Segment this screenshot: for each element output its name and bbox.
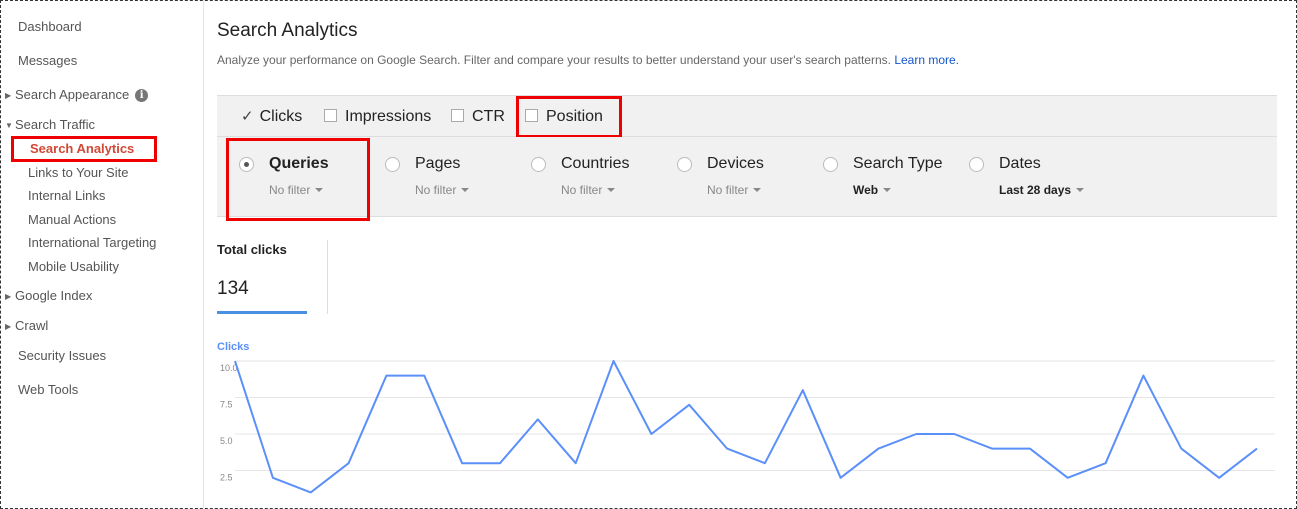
sidebar-item-dashboard[interactable]: Dashboard — [18, 19, 82, 34]
sidebar-item-search-traffic[interactable]: ▼ Search Traffic — [5, 117, 95, 132]
sidebar-item-security-issues[interactable]: Security Issues — [18, 348, 106, 363]
dimension-label: Devices — [707, 155, 764, 172]
dimension-label: Pages — [415, 155, 461, 172]
metric-label: CTR — [472, 108, 505, 125]
metric-label: Clicks — [259, 108, 303, 125]
checkmark-icon: ✓ — [241, 108, 254, 125]
chart-y-tick-label: 7.5 — [220, 400, 233, 410]
metric-clicks[interactable]: ✓ Clicks — [241, 96, 302, 136]
caret-right-icon: ▶ — [5, 292, 12, 301]
totals-divider — [327, 240, 328, 314]
sidebar-item-crawl[interactable]: ▶ Crawl — [5, 318, 48, 333]
radio-button[interactable] — [969, 157, 984, 172]
highlight-box-queries — [226, 138, 370, 221]
sidebar-item-manual-actions[interactable]: Manual Actions — [28, 212, 116, 227]
radio-button[interactable] — [823, 157, 838, 172]
sidebar-item-internal-links[interactable]: Internal Links — [28, 188, 105, 203]
dimension-filter[interactable]: No filter — [415, 183, 470, 197]
dimension-filter[interactable]: Last 28 days — [999, 183, 1085, 197]
metric-impressions[interactable]: Impressions — [324, 96, 431, 136]
chevron-down-icon — [883, 188, 892, 192]
total-clicks-label: Total clicks — [217, 242, 287, 257]
sidebar-item-messages[interactable]: Messages — [18, 53, 77, 68]
chevron-down-icon — [753, 188, 762, 192]
dimension-label: Search Type — [853, 155, 943, 172]
total-clicks-underline — [217, 311, 307, 314]
learn-more-link[interactable]: Learn more. — [894, 53, 959, 67]
checkbox[interactable] — [451, 109, 464, 122]
dimension-filter[interactable]: No filter — [707, 183, 762, 197]
highlight-box-position — [516, 96, 622, 138]
caret-down-icon: ▼ — [5, 121, 13, 130]
sidebar-item-label: Google Index — [15, 288, 93, 303]
chart-series-label: Clicks — [217, 341, 249, 353]
radio-button[interactable] — [677, 157, 692, 172]
radio-button[interactable] — [531, 157, 546, 172]
dimensions-bar: Queries No filter Pages No filter Countr… — [217, 137, 1277, 221]
caret-right-icon: ▶ — [5, 91, 12, 100]
clicks-line-chart: Clicks 10.0 7.5 5.0 2.5 — [217, 341, 1275, 494]
total-clicks-value: 134 — [217, 278, 249, 299]
sidebar-item-label: Crawl — [15, 318, 49, 333]
sidebar-item-google-index[interactable]: ▶ Google Index — [5, 288, 92, 303]
chart-y-tick-label: 2.5 — [220, 473, 233, 483]
page-title: Search Analytics — [217, 20, 358, 41]
sidebar-item-label: Search Appearance — [15, 87, 130, 102]
chevron-down-icon — [461, 188, 470, 192]
chart-y-tick-label: 5.0 — [220, 436, 233, 446]
sidebar-item-web-tools[interactable]: Web Tools — [18, 382, 78, 397]
dimension-label: Dates — [999, 155, 1041, 172]
chart-y-tick-label: 10.0 — [220, 363, 238, 373]
sidebar-item-links-to-your-site[interactable]: Links to Your Site — [28, 165, 128, 180]
radio-button[interactable] — [385, 157, 400, 172]
dimension-filter[interactable]: Web — [853, 183, 892, 197]
dimension-label: Countries — [561, 155, 630, 172]
sidebar-item-search-appearance[interactable]: ▶ Search Appearance i — [5, 87, 149, 102]
chevron-down-icon — [607, 188, 616, 192]
checkbox[interactable] — [324, 109, 337, 122]
info-icon[interactable]: i — [135, 89, 149, 102]
sidebar-item-label: Search Traffic — [15, 117, 95, 132]
page-subtitle: Analyze your performance on Google Searc… — [217, 53, 959, 67]
sidebar-item-mobile-usability[interactable]: Mobile Usability — [28, 259, 119, 274]
metric-label: Impressions — [345, 108, 432, 125]
sidebar-item-search-analytics[interactable]: Search Analytics — [11, 136, 157, 162]
subtitle-text: Analyze your performance on Google Searc… — [217, 53, 891, 67]
caret-right-icon: ▶ — [5, 322, 12, 331]
metric-ctr[interactable]: CTR — [451, 96, 505, 136]
chevron-down-icon — [1076, 188, 1085, 192]
dimension-filter[interactable]: No filter — [561, 183, 616, 197]
sidebar: Dashboard Messages ▶ Search Appearance i ▼… — [1, 1, 204, 508]
metrics-bar: ✓ Clicks Impressions CTR Position — [217, 95, 1277, 138]
sidebar-item-international-targeting[interactable]: International Targeting — [28, 235, 156, 250]
chart-series-line-clicks — [234, 360, 1258, 494]
